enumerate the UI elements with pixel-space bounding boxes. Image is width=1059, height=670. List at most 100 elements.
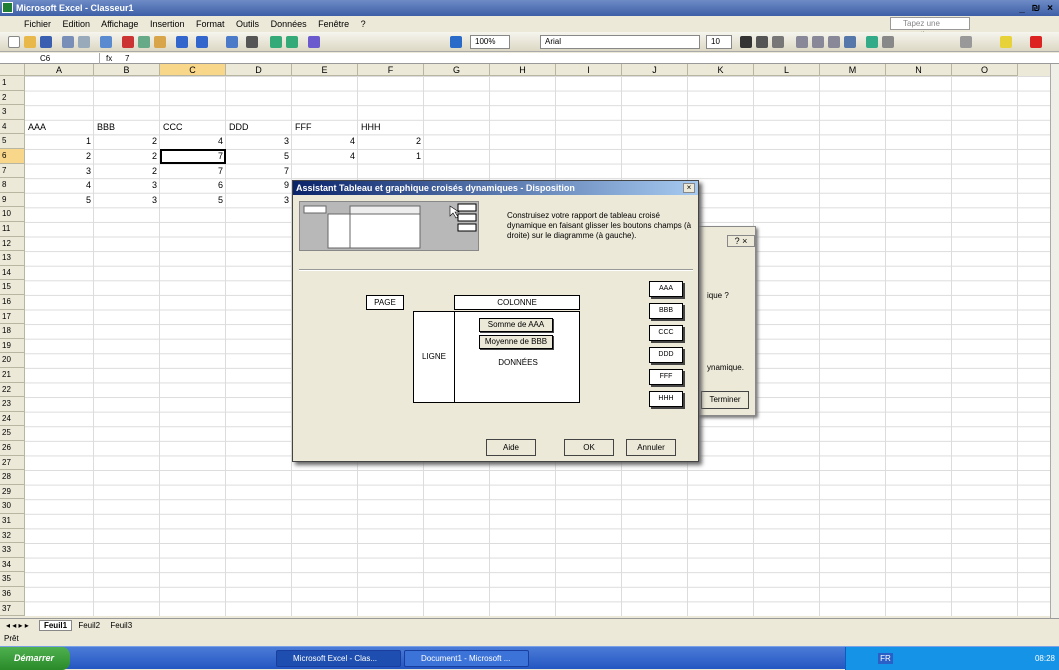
sort-asc-icon[interactable] xyxy=(270,36,282,48)
font-select[interactable]: Arial xyxy=(540,35,700,49)
autosum-icon[interactable] xyxy=(246,36,258,48)
row-header-22[interactable]: 22 xyxy=(0,382,25,398)
tab-feuil2[interactable]: Feuil2 xyxy=(74,621,104,630)
field-button-ddd[interactable]: DDD xyxy=(649,347,683,363)
cell[interactable]: 7 xyxy=(160,164,226,178)
background-dialog-controls[interactable]: ? × xyxy=(727,235,755,247)
cell[interactable]: 1 xyxy=(25,134,94,148)
column-header-b[interactable]: B xyxy=(94,64,160,76)
row-header-33[interactable]: 33 xyxy=(0,543,25,558)
row-header-6[interactable]: 6 xyxy=(0,149,25,164)
row-header-34[interactable]: 34 xyxy=(0,557,25,573)
row-header-21[interactable]: 21 xyxy=(0,368,25,383)
save-icon[interactable] xyxy=(40,36,52,48)
cell[interactable]: 3 xyxy=(94,178,160,192)
row-header-13[interactable]: 13 xyxy=(0,251,25,266)
zoom-select[interactable]: 100% xyxy=(470,35,510,49)
row-header-5[interactable]: 5 xyxy=(0,134,25,149)
row-header-15[interactable]: 15 xyxy=(0,280,25,295)
row-header-14[interactable]: 14 xyxy=(0,265,25,281)
row-header-18[interactable]: 18 xyxy=(0,324,25,339)
cell[interactable]: AAA xyxy=(25,120,94,134)
preview-icon[interactable] xyxy=(78,36,90,48)
menu-insertion[interactable]: Insertion xyxy=(150,19,185,29)
taskbar-word[interactable]: Document1 - Microsoft ... xyxy=(404,650,529,667)
help-icon[interactable] xyxy=(450,36,462,48)
start-button[interactable]: Démarrer xyxy=(0,647,70,670)
data-drop-area[interactable]: Somme de AAA Moyenne de BBB DONNÉES xyxy=(454,311,580,403)
new-icon[interactable] xyxy=(8,36,20,48)
fx-icon[interactable]: fx xyxy=(106,53,112,64)
hyperlink-icon[interactable] xyxy=(226,36,238,48)
row-header-30[interactable]: 30 xyxy=(0,499,25,514)
menu-edition[interactable]: Edition xyxy=(63,19,91,29)
row-header-19[interactable]: 19 xyxy=(0,338,25,354)
field-button-ccc[interactable]: CCC xyxy=(649,325,683,341)
cell[interactable]: 2 xyxy=(94,149,160,163)
cell[interactable]: 6 xyxy=(160,178,226,192)
row-header-28[interactable]: 28 xyxy=(0,470,25,485)
redo-icon[interactable] xyxy=(196,36,208,48)
cell[interactable]: CCC xyxy=(160,120,226,134)
paste-icon[interactable] xyxy=(154,36,166,48)
cell[interactable]: 5 xyxy=(160,193,226,207)
cell[interactable]: 2 xyxy=(25,149,94,163)
row-header-11[interactable]: 11 xyxy=(0,222,25,237)
cell[interactable]: 5 xyxy=(25,193,94,207)
window-controls[interactable]: _ ₪ × xyxy=(1019,1,1055,17)
column-header-j[interactable]: J xyxy=(622,64,688,76)
chart-wizard-icon[interactable] xyxy=(308,36,320,48)
merge-icon[interactable] xyxy=(844,36,856,48)
cell[interactable]: 2 xyxy=(94,134,160,148)
row-header-17[interactable]: 17 xyxy=(0,309,25,325)
menu-affichage[interactable]: Affichage xyxy=(101,19,138,29)
menu-outils[interactable]: Outils xyxy=(236,19,259,29)
column-header-a[interactable]: A xyxy=(25,64,94,76)
tab-nav-arrows[interactable]: ◂ ◂ ▸ ▸ xyxy=(6,621,29,630)
sort-desc-icon[interactable] xyxy=(286,36,298,48)
ok-button[interactable]: OK xyxy=(564,439,614,456)
column-header-g[interactable]: G xyxy=(424,64,490,76)
data-field-moyenne-bbb[interactable]: Moyenne de BBB xyxy=(479,335,553,349)
column-header-n[interactable]: N xyxy=(886,64,952,76)
row-header-3[interactable]: 3 xyxy=(0,105,25,120)
row-header-1[interactable]: 1 xyxy=(0,76,25,91)
row-header-37[interactable]: 37 xyxy=(0,601,25,616)
menu-donnees[interactable]: Données xyxy=(271,19,307,29)
help-button[interactable]: Aide xyxy=(486,439,536,456)
row-header-20[interactable]: 20 xyxy=(0,353,25,368)
font-color-icon[interactable] xyxy=(1030,36,1042,48)
field-button-bbb[interactable]: BBB xyxy=(649,303,683,319)
row-header-23[interactable]: 23 xyxy=(0,397,25,412)
column-header-i[interactable]: I xyxy=(556,64,622,76)
cell[interactable]: DDD xyxy=(226,120,292,134)
field-button-aaa[interactable]: AAA xyxy=(649,281,683,297)
cell[interactable]: 7 xyxy=(226,164,292,178)
row-header-26[interactable]: 26 xyxy=(0,441,25,456)
row-header-31[interactable]: 31 xyxy=(0,514,25,529)
cell[interactable]: 9 xyxy=(226,178,292,192)
cell[interactable]: 3 xyxy=(226,134,292,148)
field-button-fff[interactable]: FFF xyxy=(649,369,683,385)
cell[interactable]: BBB xyxy=(94,120,160,134)
finish-button[interactable]: Terminer xyxy=(701,391,749,409)
cell[interactable]: 5 xyxy=(226,149,292,163)
dialog-close-button[interactable]: × xyxy=(683,183,695,193)
active-cell-selection[interactable] xyxy=(160,149,226,164)
cell[interactable]: 1 xyxy=(358,149,424,163)
cut-icon[interactable] xyxy=(122,36,134,48)
name-box[interactable]: C6 xyxy=(0,53,100,64)
row-drop-area[interactable]: LIGNE xyxy=(413,311,455,403)
column-header-e[interactable]: E xyxy=(292,64,358,76)
italic-icon[interactable] xyxy=(756,36,768,48)
field-button-hhh[interactable]: HHH xyxy=(649,391,683,407)
page-drop-area[interactable]: PAGE xyxy=(366,295,404,310)
menu-fichier[interactable]: Fichier xyxy=(24,19,51,29)
column-header-o[interactable]: O xyxy=(952,64,1018,76)
bold-icon[interactable] xyxy=(740,36,752,48)
column-header-c[interactable]: C xyxy=(160,64,226,76)
cell[interactable]: 3 xyxy=(25,164,94,178)
cell[interactable]: 4 xyxy=(292,149,358,163)
language-indicator[interactable]: FR xyxy=(878,653,893,664)
row-header-29[interactable]: 29 xyxy=(0,484,25,500)
